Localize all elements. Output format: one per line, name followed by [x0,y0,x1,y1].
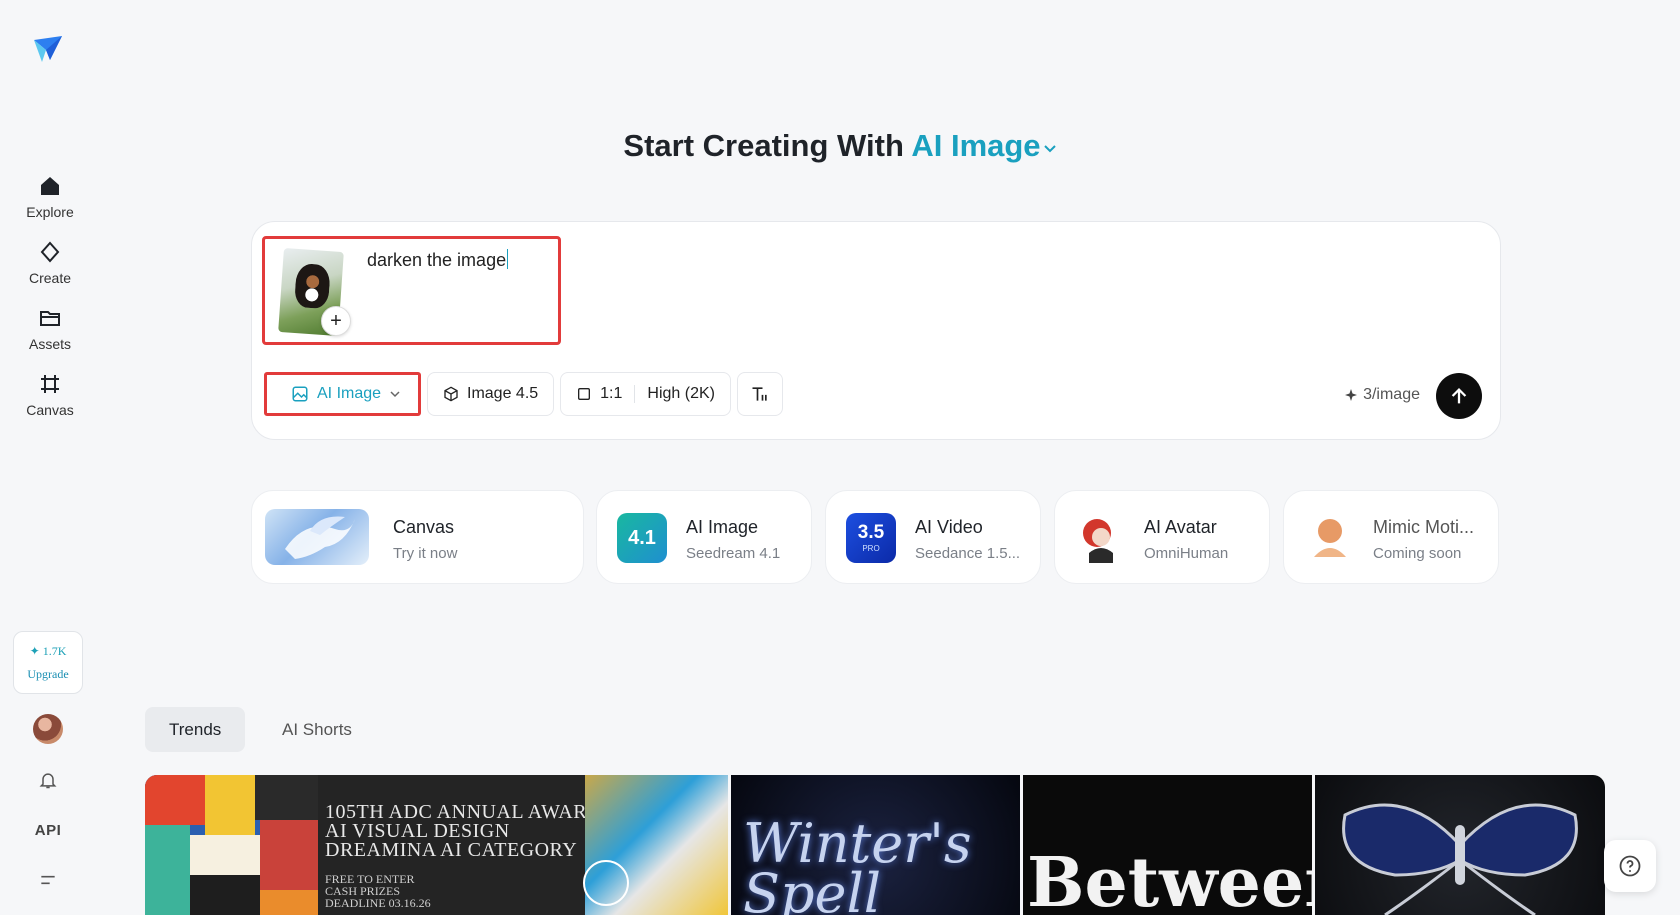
text-format-icon [752,387,767,401]
gallery-item-butterfly[interactable] [1315,775,1605,915]
prompt-card: + darken the image AI Image Image 4.5 1:… [251,221,1501,440]
sidebar-item-label: Assets [28,336,71,352]
badge-text: 4.1 [628,526,656,549]
mode-select[interactable]: AI Image [264,372,421,416]
feature-subtitle: Coming soon [1373,545,1462,562]
sidebar-item-label: Create [28,270,72,286]
feature-subtitle: Seedance 1.5... [915,545,1021,562]
arrow-up-icon [1451,387,1467,404]
upgrade-button[interactable]: ✦ 1.7K Upgrade [13,631,83,694]
gallery-item-winters-spell[interactable]: Winter's Spell [731,775,1020,915]
butterfly-image [1342,803,1578,915]
square-icon [578,388,591,400]
generation-cost: 3/image [1345,386,1420,404]
ai-video-badge: 3.5 PRO [846,513,896,563]
poster-headline: 105TH ADC ANNUAL AWARDS AI VISUAL DESIGN… [325,802,614,861]
upgrade-label: Upgrade [27,666,69,681]
feature-card-canvas[interactable]: Canvas Try it now [251,490,584,584]
tab-ai-shorts[interactable]: AI Shorts [258,707,376,752]
title-accent: AI Image [911,128,1041,163]
divider [634,385,636,403]
sparkle-icon [1345,389,1358,401]
feature-card-ai-video[interactable]: 3.5 PRO AI Video Seedance 1.5... [825,490,1041,584]
prompt-input[interactable]: darken the image [367,249,508,271]
feature-title: Canvas [393,517,455,537]
adc-logo [583,860,629,906]
page-title: Start Creating With AI Image [0,128,1680,164]
feature-subtitle: Seedream 4.1 [686,545,781,562]
credits-value: 1.7K [42,643,67,658]
feature-title: AI Video [915,517,983,537]
title-prefix: Start Creating With [623,128,904,163]
credits-count: ✦ 1.7K [29,643,67,658]
ratio-quality-select[interactable]: 1:1 High (2K) [560,372,731,416]
home-icon [41,177,59,195]
sidebar-item-assets[interactable]: Assets [10,302,90,358]
feature-card-mimic-motion[interactable]: Mimic Moti... Coming soon [1283,490,1499,584]
api-link[interactable]: API [33,815,63,845]
tab-label: Trends [169,719,222,739]
image-icon [292,386,308,402]
cube-icon [444,386,458,402]
prompt-input-area[interactable]: + darken the image [262,236,561,345]
chevron-down-icon [390,391,400,398]
api-label: API [34,821,62,839]
avatar[interactable] [33,714,63,744]
mode-label: AI Image [317,385,382,402]
mimic-motion-image [1304,513,1354,563]
between-text: Between [1027,843,1312,915]
badge-text: 3.5 [857,521,885,543]
feature-title: Mimic Moti... [1373,517,1474,537]
title-mode-dropdown[interactable]: AI Image [911,128,1056,163]
poster-details: FREE TO ENTER CASH PRIZES DEADLINE 03.16… [325,873,431,909]
prompt-toolbar: AI Image Image 4.5 1:1 High (2K) [264,372,783,418]
add-image-button[interactable]: + [321,306,351,336]
quality-label: High (2K) [647,385,715,402]
tab-label: AI Shorts [282,719,352,739]
question-icon [1619,855,1641,877]
dog-image [293,262,331,310]
folder-icon [40,311,60,326]
chevron-down-icon [1043,145,1056,153]
sidebar-item-create[interactable]: Create [10,236,90,292]
poster-line: DREAMINA AI CATEGORY [325,839,578,861]
model-select[interactable]: Image 4.5 [427,372,555,416]
diamond-icon [40,241,60,263]
sidebar-item-label: Explore [26,204,74,220]
sidebar-item-label: Canvas [26,402,74,418]
geometric-pattern-image [145,775,318,915]
pegasus-image [265,509,369,565]
feature-card-ai-image[interactable]: 4.1 AI Image Seedream 4.1 [596,490,812,584]
feature-title: AI Avatar [1144,517,1217,537]
ratio-label: 1:1 [600,385,623,402]
dreamina-logo[interactable] [32,32,64,64]
bell-icon[interactable] [33,765,63,795]
feature-card-ai-avatar[interactable]: AI Avatar OmniHuman [1054,490,1270,584]
tab-trends[interactable]: Trends [145,707,246,752]
avatar-character-image [1075,513,1125,563]
feature-subtitle: OmniHuman [1144,545,1229,562]
winters-spell-text: Winter's Spell [743,812,972,915]
feature-title: AI Image [686,517,759,537]
ai-image-badge: 4.1 [617,513,667,563]
cost-label: 3/image [1363,386,1420,403]
sidebar-item-explore[interactable]: Explore [10,170,90,226]
badge-subtext: PRO [862,543,880,553]
feature-subtitle: Try it now [393,545,458,562]
model-label: Image 4.5 [467,385,539,402]
poster-detail-line: DEADLINE 03.16.26 [325,896,431,910]
text-style-button[interactable] [736,372,783,416]
crop-icon [41,375,59,393]
sidebar-item-canvas[interactable]: Canvas [10,368,90,424]
menu-icon[interactable] [33,865,63,895]
gallery-item-adc-awards[interactable]: 105TH ADC ANNUAL AWARDS AI VISUAL DESIGN… [145,775,728,915]
gallery-item-between[interactable]: Between [1023,775,1312,915]
generate-button[interactable] [1436,373,1482,419]
help-button[interactable] [1604,840,1656,892]
